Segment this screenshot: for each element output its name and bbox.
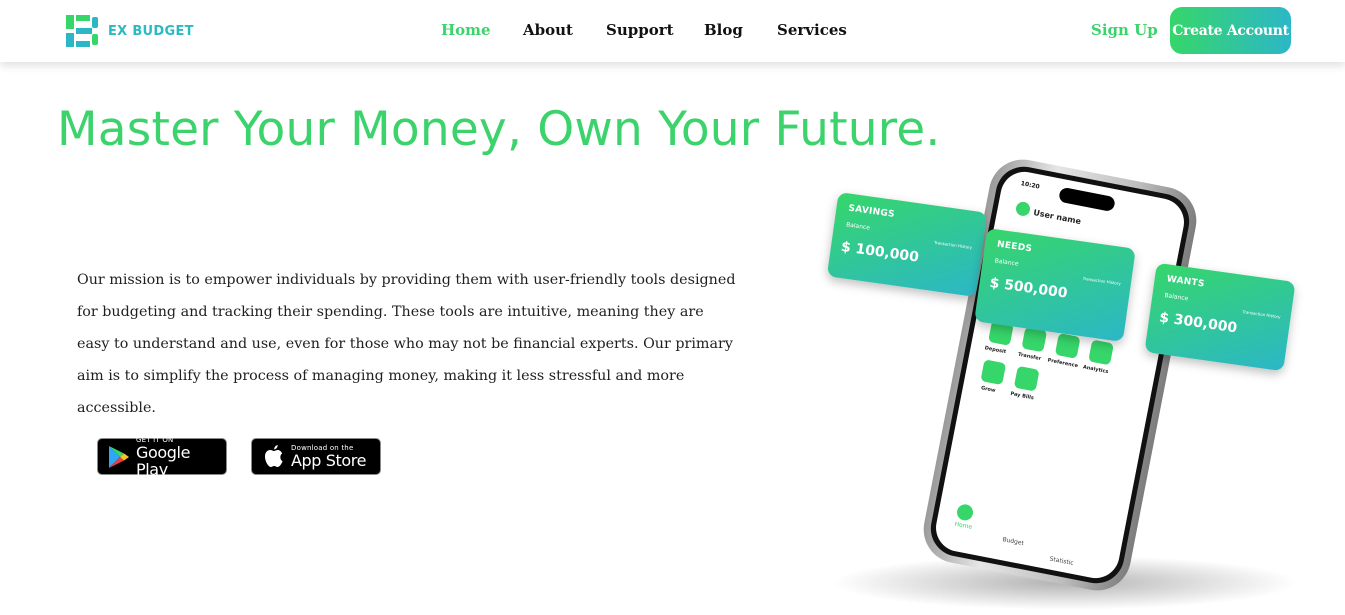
app-illustration: 10:20 User name Deposit Transfer Prefere… bbox=[820, 153, 1310, 615]
hero-title: Master Your Money, Own Your Future. bbox=[57, 102, 941, 157]
sign-up-link[interactable]: Sign Up bbox=[1091, 21, 1158, 39]
savings-card: SAVINGS Balance Transaction History $ 10… bbox=[826, 191, 988, 298]
action-label: Deposit bbox=[984, 345, 1007, 356]
phone-time: 10:20 bbox=[1020, 180, 1041, 191]
mission-paragraph: Our mission is to empower individuals by… bbox=[77, 272, 736, 416]
wants-card: WANTS Balance Transaction History $ 300,… bbox=[1144, 262, 1296, 372]
nav-support[interactable]: Support bbox=[606, 21, 674, 39]
create-account-button[interactable]: Create Account bbox=[1170, 7, 1291, 54]
top-navbar: EX BUDGET Home About Support Blog Servic… bbox=[0, 0, 1345, 62]
dynamic-island bbox=[1058, 186, 1116, 213]
nav-blog[interactable]: Blog bbox=[704, 21, 743, 39]
card-history-link: Transaction History bbox=[1082, 275, 1122, 287]
preference-icon bbox=[1054, 333, 1081, 359]
app-store-label: App Store bbox=[291, 451, 367, 470]
phone-user-name: User name bbox=[1032, 208, 1082, 227]
action-label: Analytics bbox=[1082, 364, 1109, 376]
google-play-icon bbox=[108, 445, 130, 469]
card-title: NEEDS bbox=[996, 239, 1033, 255]
card-balance-label: Balance bbox=[845, 221, 871, 232]
nav-about[interactable]: About bbox=[523, 21, 573, 39]
card-balance-label: Balance bbox=[994, 257, 1019, 268]
avatar-icon bbox=[1014, 200, 1032, 218]
action-label: Pay Bills bbox=[1009, 390, 1035, 402]
app-store-button[interactable]: Download on the App Store bbox=[251, 438, 381, 475]
grow-icon bbox=[980, 359, 1007, 386]
card-amount: $ 300,000 bbox=[1158, 309, 1239, 337]
card-history-link: Transaction History bbox=[933, 239, 973, 251]
nav-home[interactable]: Home bbox=[441, 21, 491, 39]
card-title: WANTS bbox=[1166, 274, 1206, 290]
google-play-label: Google Play bbox=[136, 442, 191, 479]
action-label: Grow bbox=[980, 385, 996, 394]
card-balance-label: Balance bbox=[1163, 292, 1189, 303]
home-tab-icon bbox=[955, 503, 975, 522]
tab-statistic: Statistic bbox=[1049, 555, 1075, 567]
card-title: SAVINGS bbox=[847, 203, 896, 220]
action-label: Transfer bbox=[1017, 351, 1042, 363]
card-amount: $ 500,000 bbox=[988, 274, 1069, 302]
nav-services[interactable]: Services bbox=[777, 21, 847, 39]
action-label: Preference bbox=[1046, 357, 1079, 370]
card-amount: $ 100,000 bbox=[839, 238, 920, 266]
tab-home: Home bbox=[953, 520, 973, 531]
analytics-icon bbox=[1088, 339, 1114, 366]
pay-bills-icon bbox=[1013, 365, 1040, 392]
card-history-link: Transaction History bbox=[1242, 309, 1281, 320]
google-play-button[interactable]: GET IT ON Google Play bbox=[97, 436, 227, 479]
tab-budget: Budget bbox=[1001, 536, 1025, 548]
apple-icon bbox=[263, 444, 285, 470]
